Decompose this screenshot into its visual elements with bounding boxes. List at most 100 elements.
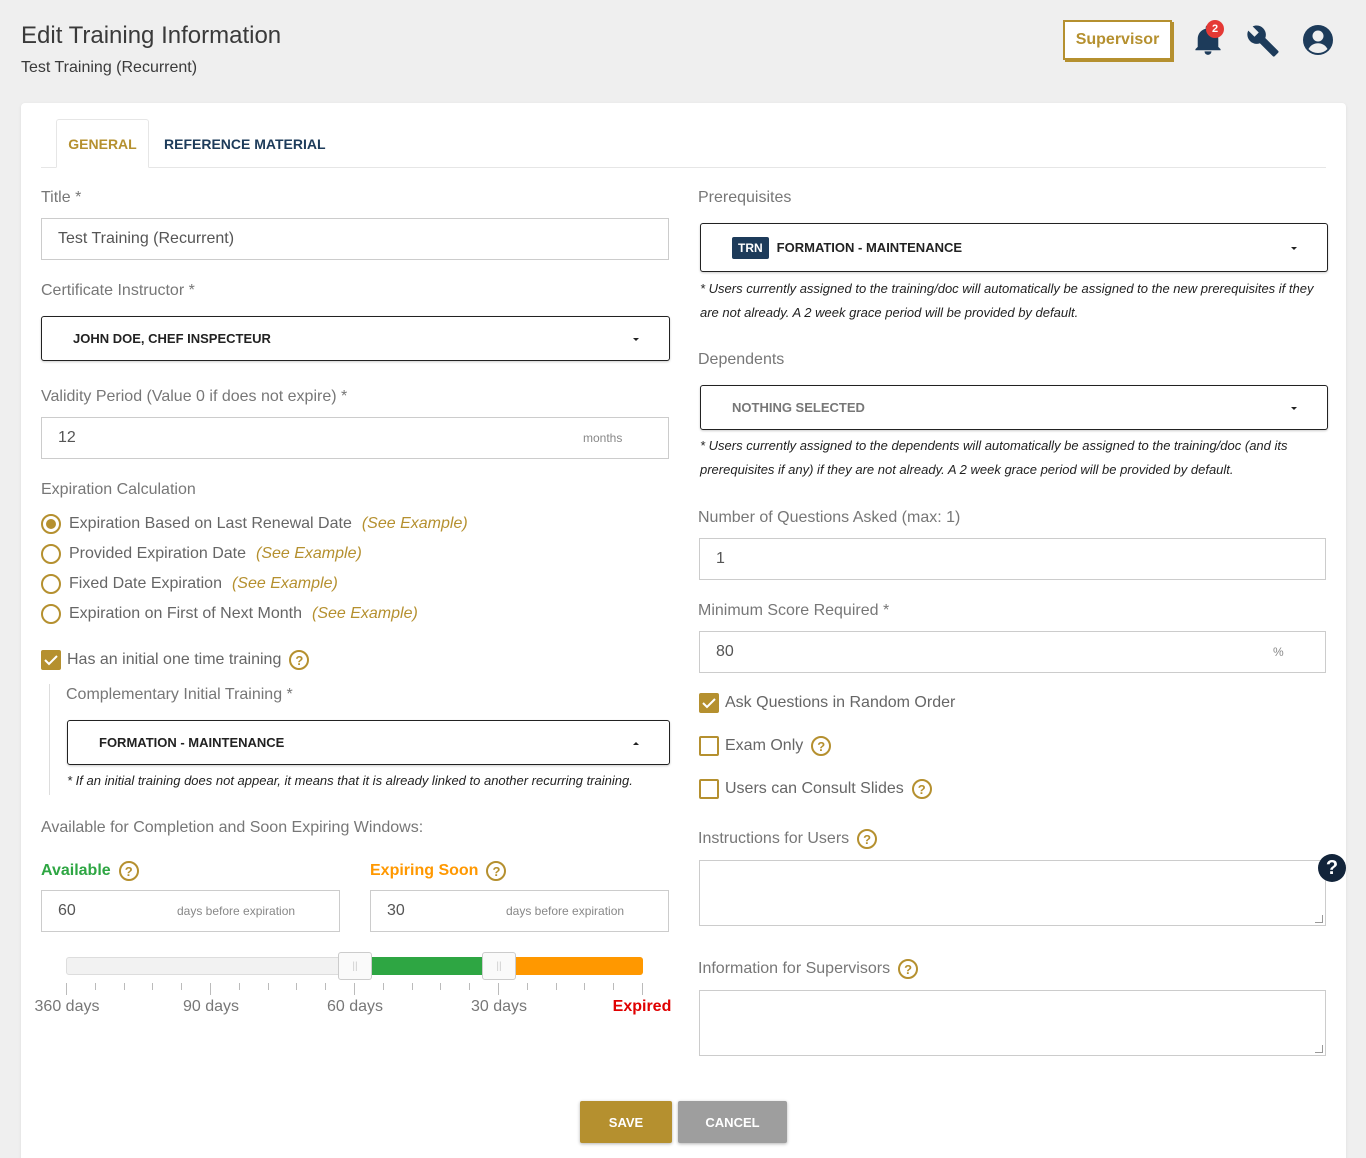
help-icon[interactable]: ? [811,736,832,756]
prerequisites-value: FORMATION - MAINTENANCE [776,240,963,255]
minimum-score-suffix: % [1273,645,1284,659]
page-subtitle: Test Training (Recurrent) [21,59,198,76]
radio-button[interactable] [41,544,61,564]
user-circle-icon[interactable] [1302,24,1334,56]
instructions-textarea[interactable] [699,860,1326,926]
complementary-initial-training-label: Complementary Initial Training * [66,686,293,703]
certificate-instructor-select[interactable]: JOHN DOE, CHEF INSPECTEUR [41,316,670,361]
radio-button[interactable] [41,574,61,594]
resize-grip-icon[interactable] [1315,915,1323,923]
tab-bar: GENERAL REFERENCE MATERIAL [41,119,1326,168]
help-chat-bubble-icon[interactable]: ? [1318,854,1346,882]
initial-training-checkbox[interactable] [41,650,61,670]
expiration-calculation-label: Expiration Calculation [41,481,196,498]
see-example-link[interactable]: (See Example) [362,515,468,533]
radio-option-label: Expiration on First of Next Month [69,605,302,622]
radio-button-checked[interactable] [41,514,61,534]
chevron-down-icon [1291,246,1297,250]
cancel-button[interactable]: CANCEL [678,1101,787,1143]
random-order-label: Ask Questions in Random Order [725,694,956,711]
radio-option-label: Provided Expiration Date [69,545,246,562]
radio-option-fixed-date[interactable]: Fixed Date Expiration (See Example) [41,572,338,596]
validity-period-suffix: months [583,431,623,445]
supervisors-info-label-row: Information for Supervisors ? [698,959,919,979]
prerequisites-select[interactable]: TRN FORMATION - MAINTENANCE [700,223,1328,272]
slider-tick [181,983,182,990]
slider-tick [383,983,384,990]
tab-reference-material[interactable]: REFERENCE MATERIAL [164,119,326,168]
chevron-down-icon [1291,406,1297,410]
minimum-score-value: 80 [716,643,734,660]
supervisors-info-textarea[interactable] [699,990,1326,1056]
help-icon[interactable]: ? [857,829,878,849]
save-button[interactable]: SAVE [580,1101,672,1143]
consult-slides-checkbox[interactable] [699,779,719,799]
help-icon[interactable]: ? [289,650,310,670]
consult-slides-label: Users can Consult Slides [725,780,904,797]
slider-tick [268,983,269,990]
dependents-note: * Users currently assigned to the depend… [700,438,1288,477]
consult-slides-checkbox-row[interactable]: Users can Consult Slides ? [699,778,932,800]
initial-training-checkbox-row[interactable]: Has an initial one time training ? [41,649,310,671]
tick-label-360-days: 360 days [34,998,100,1015]
dependents-select[interactable]: NOTHING SELECTED [700,385,1328,430]
tick-label-60-days: 60 days [326,998,384,1015]
random-order-checkbox[interactable] [699,693,719,713]
help-icon[interactable]: ? [118,861,139,881]
help-icon[interactable]: ? [898,959,919,979]
tick-label-30-days: 30 days [470,998,528,1015]
radio-option-provided-date[interactable]: Provided Expiration Date (See Example) [41,542,362,566]
slider-tick [498,983,499,995]
supervisor-role-button[interactable]: Supervisor [1063,20,1172,60]
random-order-checkbox-row[interactable]: Ask Questions in Random Order [699,692,955,714]
number-of-questions-label: Number of Questions Asked (max: 1) [698,509,961,526]
see-example-link[interactable]: (See Example) [232,575,338,593]
indent-divider [49,684,50,795]
notification-count-badge: 2 [1206,20,1224,38]
expiring-window-fill [499,957,643,975]
radio-option-label: Fixed Date Expiration [69,575,222,592]
slider-tick [95,983,96,990]
certificate-instructor-value: JOHN DOE, CHEF INSPECTEUR [73,331,271,346]
exam-only-checkbox-row[interactable]: Exam Only ? [699,735,832,757]
radio-button[interactable] [41,604,61,624]
expiring-soon-days-suffix: days before expiration [506,904,625,918]
slider-tick [124,983,125,990]
number-of-questions-input[interactable]: 1 [699,538,1326,580]
help-icon[interactable]: ? [911,779,932,799]
exam-only-label: Exam Only [725,737,804,754]
radio-option-last-renewal[interactable]: Expiration Based on Last Renewal Date (S… [41,512,468,536]
prerequisites-label: Prerequisites [698,189,792,206]
tick-label-expired: Expired [612,998,672,1015]
tab-general[interactable]: GENERAL [56,119,149,168]
slider-tick [556,983,557,990]
title-input[interactable]: Test Training (Recurrent) [41,218,669,260]
available-slider-handle[interactable]: || [338,952,372,980]
help-icon[interactable]: ? [486,861,507,881]
slider-tick [440,983,441,990]
see-example-link[interactable]: (See Example) [312,605,418,623]
complementary-initial-training-select[interactable]: FORMATION - MAINTENANCE [67,720,670,765]
instructions-label-row: Instructions for Users ? [698,829,878,849]
checkmark-icon [44,655,58,666]
minimum-score-input[interactable]: 80 [699,631,1326,673]
slider-tick [527,983,528,990]
see-example-link[interactable]: (See Example) [256,545,362,563]
slider-tick [584,983,585,990]
resize-grip-icon[interactable] [1315,1045,1323,1053]
available-window-fill [354,957,499,975]
prerequisites-note: * Users currently assigned to the traini… [700,281,1314,320]
slider-tick [296,983,297,990]
expiring-slider-handle[interactable]: || [482,952,516,980]
validity-period-input[interactable]: 12 [41,417,669,459]
windows-section-label: Available for Completion and Soon Expiri… [41,819,424,836]
wrench-icon[interactable] [1246,24,1280,58]
expiring-soon-label: Expiring Soon [370,862,479,879]
available-days-value: 60 [58,902,76,919]
dependents-label: Dependents [698,351,785,368]
radio-option-first-next-month[interactable]: Expiration on First of Next Month (See E… [41,602,418,626]
chevron-up-icon [633,741,639,745]
exam-only-checkbox[interactable] [699,736,719,756]
title-input-value: Test Training (Recurrent) [58,230,235,247]
radio-option-label: Expiration Based on Last Renewal Date [69,515,352,532]
